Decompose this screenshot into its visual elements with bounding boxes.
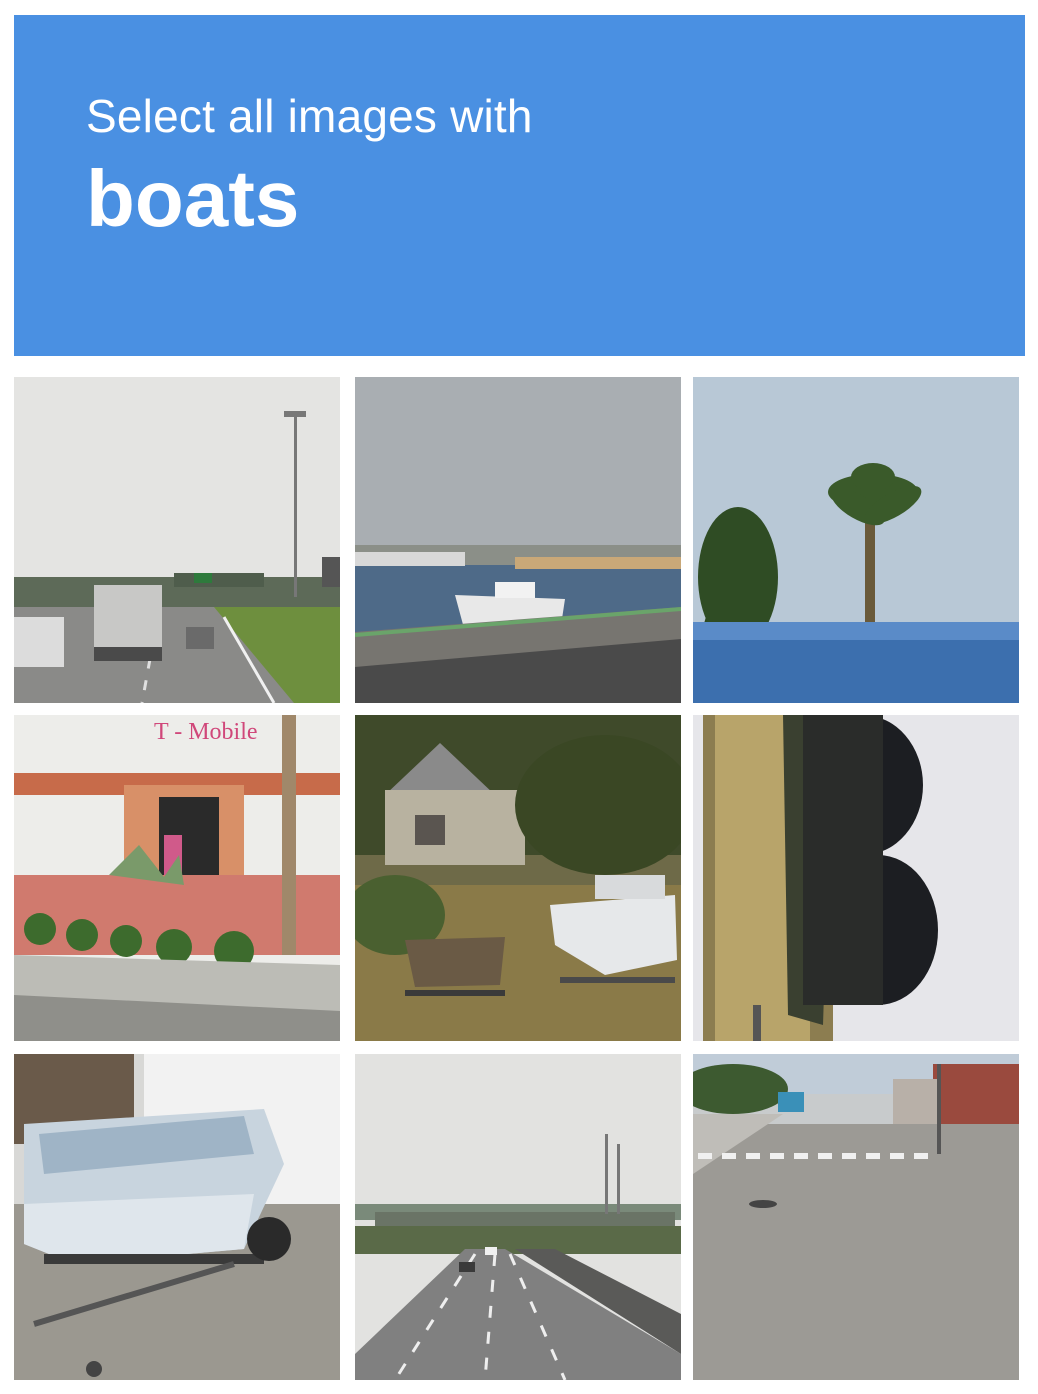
boat-on-trailer-image xyxy=(14,1054,340,1380)
freeway-image xyxy=(355,1054,681,1380)
image-tile-9[interactable] xyxy=(693,1054,1019,1380)
challenge-header: Select all images with boats xyxy=(14,15,1025,356)
image-tile-3[interactable] xyxy=(693,377,1019,703)
image-tile-4[interactable]: T - Mobile xyxy=(14,715,340,1041)
image-tile-7[interactable] xyxy=(14,1054,340,1380)
palm-tree-image xyxy=(693,377,1019,703)
highway-image xyxy=(14,377,340,703)
street-image xyxy=(693,1054,1019,1380)
image-tile-1[interactable] xyxy=(14,377,340,703)
boats-in-yard-image xyxy=(355,715,681,1041)
image-tile-6[interactable] xyxy=(693,715,1019,1041)
image-tile-2[interactable] xyxy=(355,377,681,703)
store-sign-text: T - Mobile xyxy=(154,719,258,745)
image-tile-8[interactable] xyxy=(355,1054,681,1380)
storefront-image: T - Mobile xyxy=(14,715,340,1041)
target-object-text: boats xyxy=(86,154,300,243)
traffic-light-image xyxy=(693,715,1019,1041)
image-tile-5[interactable] xyxy=(355,715,681,1041)
instruction-text: Select all images with xyxy=(86,90,533,142)
harbor-image xyxy=(355,377,681,703)
